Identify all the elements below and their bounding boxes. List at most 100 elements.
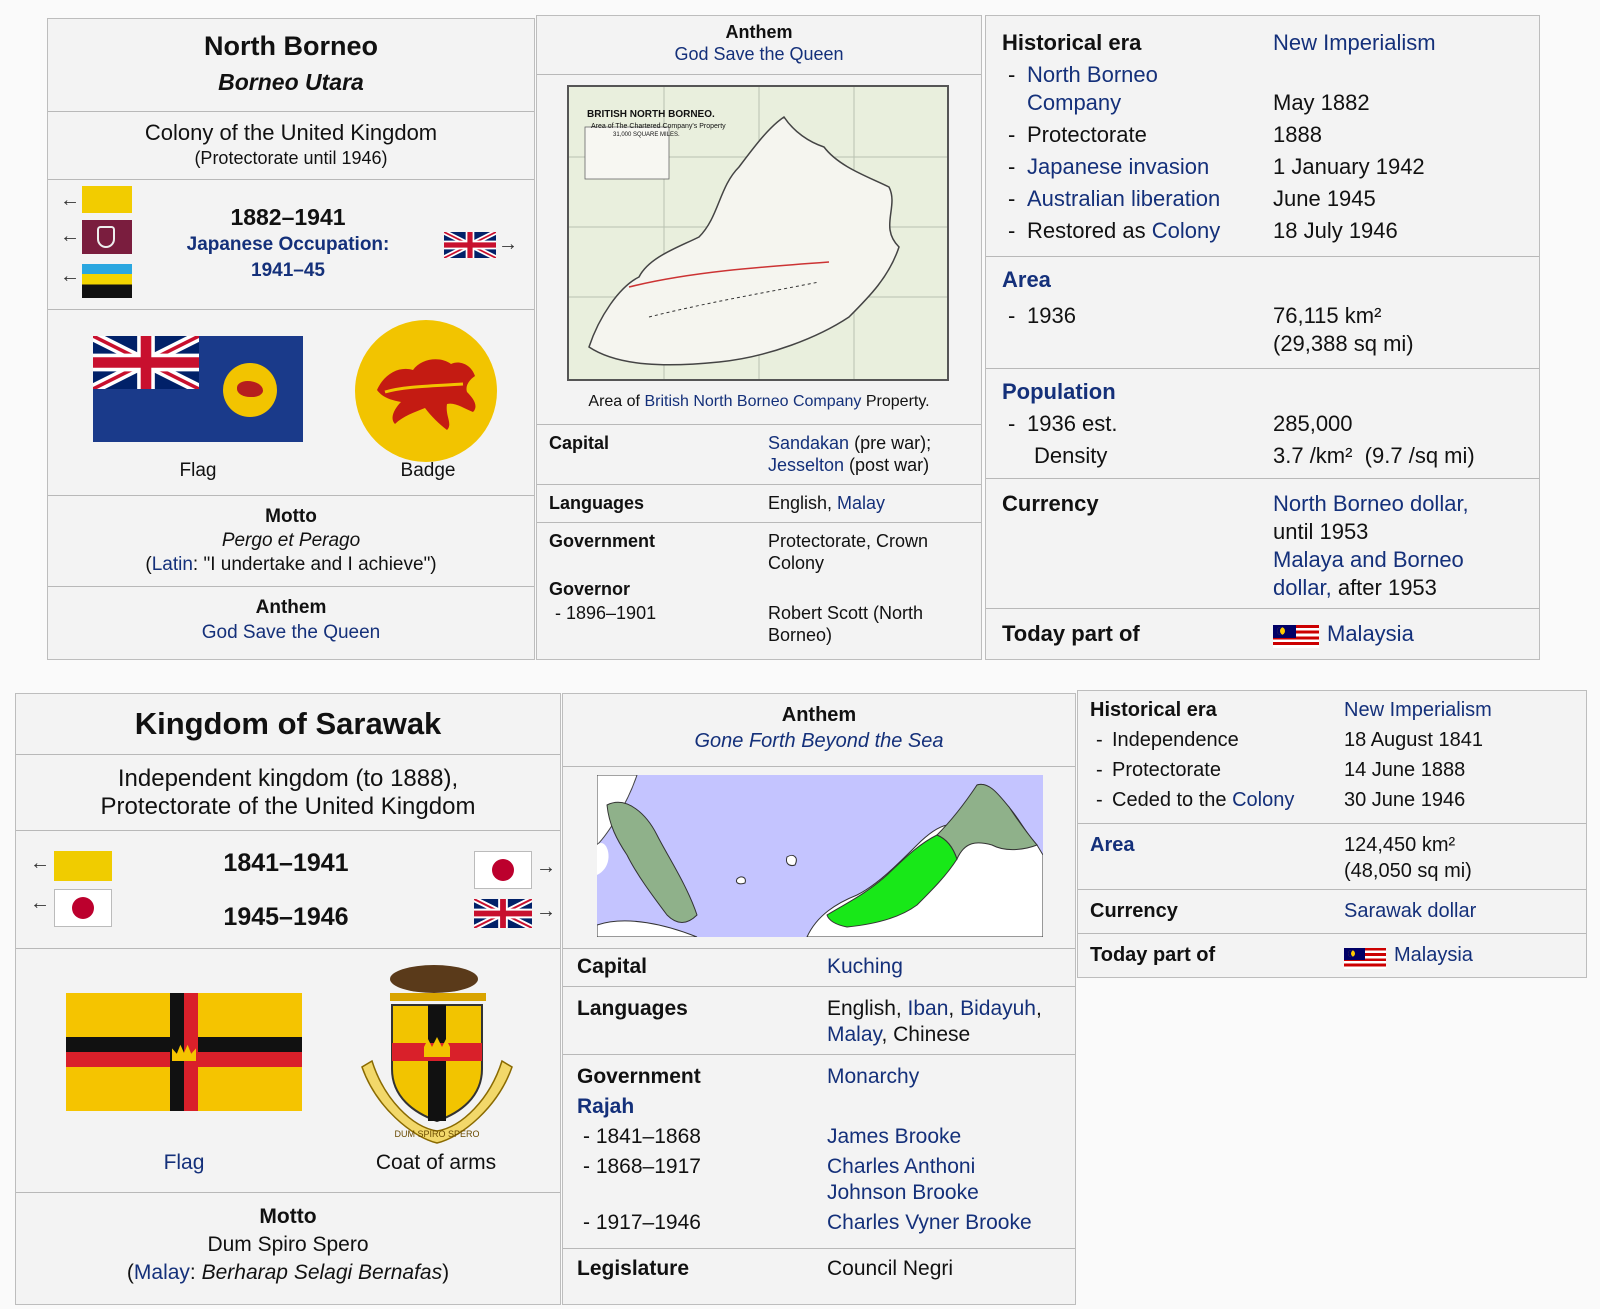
nb-event-liberation-link[interactable]: Australian liberation xyxy=(1027,186,1220,212)
nb-capital-line-2: Jesselton (post war) xyxy=(768,455,929,476)
nb-occupation-link[interactable]: Japanese Occupation: xyxy=(158,234,418,256)
nb-motto-title: Motto xyxy=(265,506,317,527)
nb-predecessor-flag-striped[interactable] xyxy=(82,264,132,298)
nb-title-section: North Borneo Borneo Utara xyxy=(48,19,534,111)
nb-language-english: English, xyxy=(768,493,838,513)
nb-event-company-link-1[interactable]: North Borneo xyxy=(1027,62,1158,88)
nb-capital-sandakan-link[interactable]: Sandakan xyxy=(768,433,849,453)
union-jack-icon xyxy=(442,229,498,261)
map-image-icon xyxy=(596,774,1044,938)
nb-currency-malaya-link[interactable]: Malaya and Borneo xyxy=(1273,547,1464,573)
sw-flag-caption-link[interactable]: Flag xyxy=(134,1151,234,1175)
nb-event-company-date: May 1882 xyxy=(1273,90,1370,115)
nb-map-section: BRITISH NORTH BORNEO. Area of The Charte… xyxy=(537,74,981,424)
nb-succession-section: ← ← ← 1882–1941 Japanese Occupation: 194… xyxy=(48,179,534,309)
nb-badge-caption: Badge xyxy=(400,460,456,481)
nb-event-restored-date: 18 July 1946 xyxy=(1273,218,1398,243)
sw-era-value-link[interactable]: New Imperialism xyxy=(1344,699,1492,722)
sw-event-ceded: Ceded to the Colony xyxy=(1112,789,1294,812)
nb-predecessor-flag-maroon[interactable] xyxy=(82,220,132,254)
nb-area-section: Area - 1936 76,115 km² (29,388 sq mi) xyxy=(986,256,1539,368)
sw-rajah-period-3: - 1917–1946 xyxy=(583,1211,701,1234)
nb-motto-translation: : "I undertake and I achieve") xyxy=(192,554,437,575)
sw-predecessor-flag-japan[interactable] xyxy=(54,889,112,927)
nb-mid-anthem-link[interactable]: God Save the Queen xyxy=(537,44,981,65)
nb-motto: Pergo et Perago xyxy=(221,530,361,551)
sw-anthem-link[interactable]: Gone Forth Beyond the Sea xyxy=(563,730,1075,753)
sw-succession-section: ← ← 1841–1941 1945–1946 → → xyxy=(16,830,560,948)
sw-predecessor-flag-yellow[interactable] xyxy=(54,851,112,881)
sw-successor-arrow-1[interactable]: → xyxy=(536,857,556,877)
sw-today-malaysia-link[interactable]: Malaysia xyxy=(1394,944,1473,967)
nb-today-label: Today part of xyxy=(1002,621,1140,646)
nb-capital-note-1: (pre war); xyxy=(849,433,932,453)
nb-event-japanese-invasion-link[interactable]: Japanese invasion xyxy=(1027,154,1209,180)
sw-rajah-charles-brooke-link-1[interactable]: Charles Anthoni xyxy=(827,1155,975,1179)
nb-currency-malaya-link-2[interactable]: dollar, xyxy=(1273,575,1332,600)
sw-government-monarchy-link[interactable]: Monarchy xyxy=(827,1065,919,1089)
nb-predecessor-arrow-2[interactable]: ← xyxy=(60,226,80,246)
sw-languages-line-2: Malay, Chinese xyxy=(827,1023,970,1047)
nb-event-dash-4: - xyxy=(1008,186,1016,211)
sw-event-colony-link[interactable]: Colony xyxy=(1232,789,1294,811)
nb-motto-section: Motto Pergo et Perago (Latin: "I underta… xyxy=(48,495,534,586)
sw-successor-flag-union-jack[interactable] xyxy=(472,896,534,931)
nb-language-malay-link[interactable]: Malay xyxy=(837,493,885,513)
nb-today-malaysia-link[interactable]: Malaysia xyxy=(1327,621,1414,647)
sw-successor-flag-japan[interactable] xyxy=(474,851,532,889)
nb-event-colony-link[interactable]: Colony xyxy=(1152,218,1220,243)
sw-language-iban-link[interactable]: Iban xyxy=(908,997,949,1020)
nb-predecessor-arrow-3[interactable]: ← xyxy=(60,266,80,286)
nb-currency-nb-dollar-link[interactable]: North Borneo dollar, xyxy=(1273,491,1469,517)
nb-map-caption-pre: Area of xyxy=(588,393,645,410)
comma: , xyxy=(948,997,961,1020)
sw-coat-of-arms-image[interactable]: DUM SPIRO SPERO xyxy=(352,957,522,1153)
nb-predecessor-flag-yellow[interactable] xyxy=(82,186,132,213)
nb-currency-line-4: dollar, after 1953 xyxy=(1273,575,1437,601)
nb-capital-label: Capital xyxy=(549,433,610,453)
nb-occupation-years[interactable]: 1941–45 xyxy=(158,260,418,282)
sw-language-bidayuh-link[interactable]: Bidayuh xyxy=(960,997,1036,1020)
nb-currency-section: Currency North Borneo dollar, until 1953… xyxy=(986,478,1539,608)
nb-languages-value: English, Malay xyxy=(768,493,885,514)
sw-predecessor-arrow-1[interactable]: ← xyxy=(30,853,50,873)
sw-flag-image[interactable] xyxy=(66,993,302,1111)
nb-status: Colony of the United Kingdom xyxy=(144,120,438,145)
sw-motto-language-link[interactable]: Malay xyxy=(134,1261,190,1284)
nb-flag-image[interactable] xyxy=(93,336,303,442)
sw-successor-arrow-2[interactable]: → xyxy=(536,901,556,921)
sw-currency-link[interactable]: Sarawak dollar xyxy=(1344,900,1476,923)
nb-population-label-link[interactable]: Population xyxy=(1002,379,1116,405)
nb-map-caption-link[interactable]: British North Borneo Company xyxy=(644,393,861,410)
sw-rajah-vyner-brooke-link[interactable]: Charles Vyner Brooke xyxy=(827,1211,1032,1235)
sw-language-malay-link[interactable]: Malay xyxy=(827,1023,881,1046)
sw-event-dash-1: - xyxy=(1096,729,1103,751)
sw-capital-kuching-link[interactable]: Kuching xyxy=(827,955,903,979)
nb-event-company-link-2[interactable]: Company xyxy=(1027,90,1121,116)
nb-density-label: Density xyxy=(1034,443,1108,468)
sw-coat-caption: Coat of arms xyxy=(375,1151,497,1174)
nb-historical-map[interactable]: BRITISH NORTH BORNEO. Area of The Charte… xyxy=(567,85,949,381)
sw-rajah-james-brooke-link[interactable]: James Brooke xyxy=(827,1125,961,1149)
nb-map-caption: Area of British North Borneo Company Pro… xyxy=(537,393,981,411)
nb-capital-jesselton-link[interactable]: Jesselton xyxy=(768,455,844,475)
nb-area-label-link[interactable]: Area xyxy=(1002,267,1051,293)
sw-event-protectorate: Protectorate xyxy=(1112,759,1221,781)
nb-era-value-link[interactable]: New Imperialism xyxy=(1273,30,1436,56)
nb-successor-flag-union-jack[interactable] xyxy=(442,229,498,261)
nb-anthem-title: Anthem xyxy=(255,597,327,618)
nb-anthem-link[interactable]: God Save the Queen xyxy=(48,622,534,644)
nb-area-value-1: 76,115 km² xyxy=(1273,303,1382,328)
nb-successor-arrow[interactable]: → xyxy=(498,234,518,254)
nb-government-label: Government xyxy=(549,531,656,551)
sw-rajah-label-link[interactable]: Rajah xyxy=(577,1095,634,1119)
nb-badge-image[interactable] xyxy=(355,320,497,462)
sw-predecessor-arrow-2[interactable]: ← xyxy=(30,893,50,913)
sw-era-label: Historical era xyxy=(1090,699,1217,721)
nb-predecessor-arrow-1[interactable]: ← xyxy=(60,190,80,210)
sw-area-label-link[interactable]: Area xyxy=(1090,834,1134,857)
sw-map-image[interactable] xyxy=(596,774,1044,938)
sw-rajah-charles-brooke-link-2[interactable]: Johnson Brooke xyxy=(827,1181,979,1205)
sw-area-value-2: (48,050 sq mi) xyxy=(1344,860,1472,882)
nb-motto-language-link[interactable]: Latin xyxy=(152,554,193,575)
